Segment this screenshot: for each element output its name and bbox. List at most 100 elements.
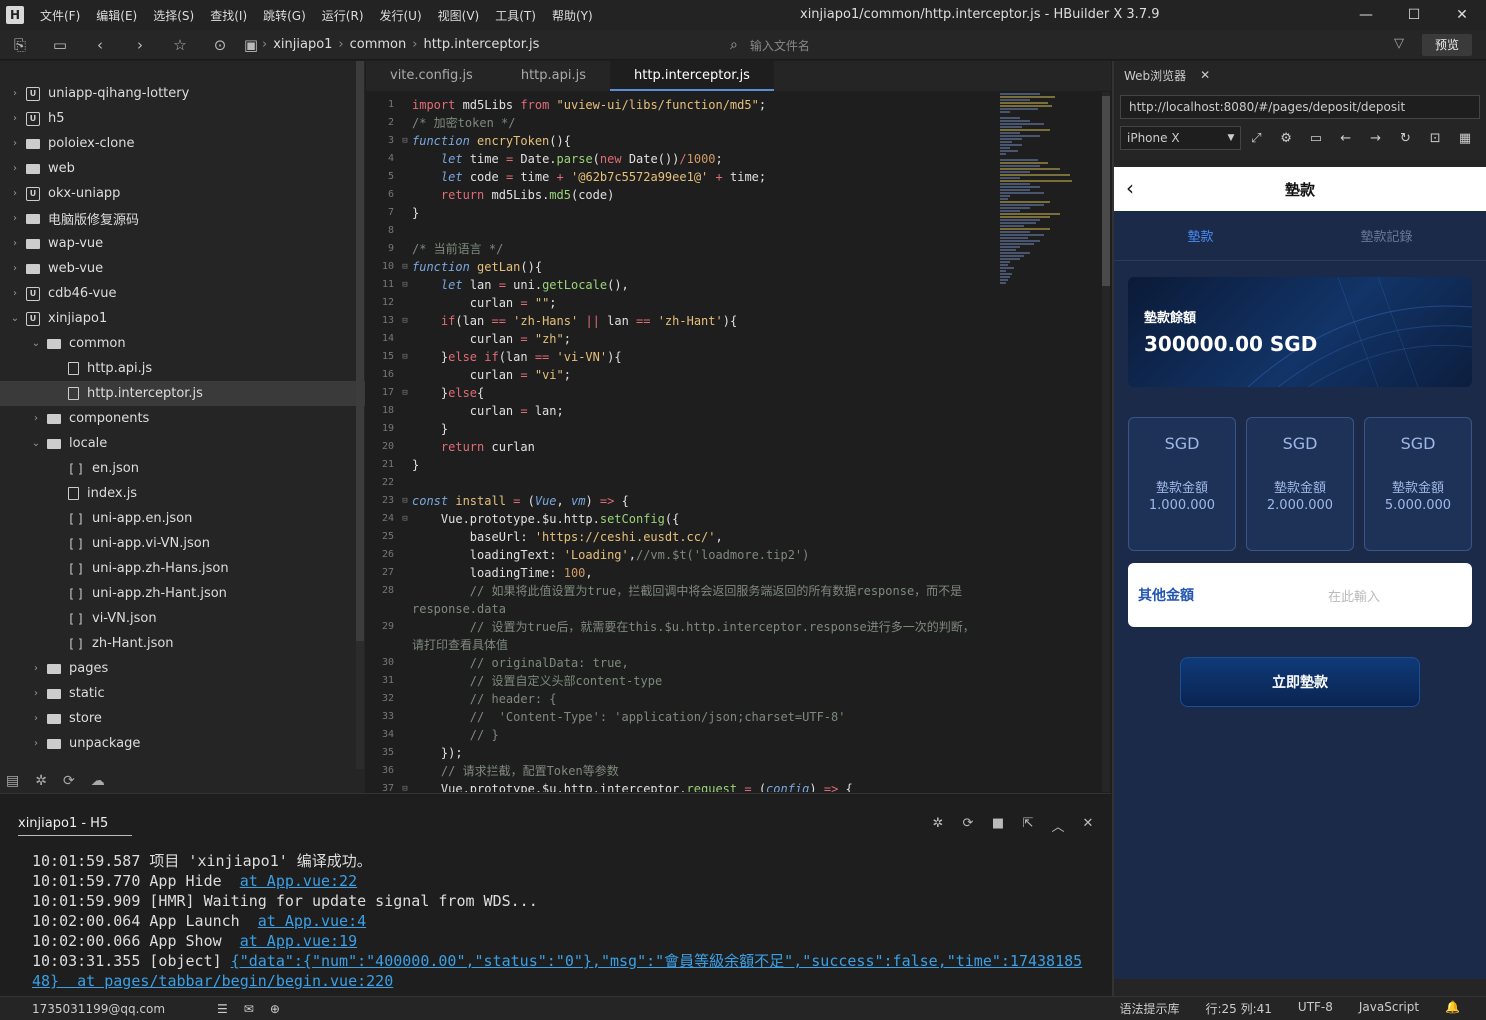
chevron-right-icon[interactable]: › [29, 688, 43, 699]
chevron-down-icon[interactable]: ⌄ [8, 313, 22, 324]
fold-icon[interactable] [398, 582, 412, 600]
fold-icon[interactable]: ⊟ [398, 492, 412, 510]
tree-item[interactable]: http.interceptor.js [0, 381, 365, 406]
tree-item[interactable]: ⌄ locale [0, 431, 365, 456]
code-line[interactable]: 21} [366, 456, 1111, 474]
tree-item[interactable]: [ ] zh-Hant.json [0, 631, 365, 656]
fold-icon[interactable] [398, 186, 412, 204]
tree-item[interactable]: › web-vue [0, 256, 365, 281]
filter-icon[interactable]: ▽ [1394, 36, 1404, 51]
tree-item[interactable]: [ ] uni-app.vi-VN.json [0, 531, 365, 556]
fold-icon[interactable] [398, 618, 412, 636]
code-line[interactable]: 32 // header: { [366, 690, 1111, 708]
debug-icon[interactable]: ✲ [35, 773, 47, 789]
fold-icon[interactable] [398, 204, 412, 222]
sync-icon[interactable]: ⟳ [63, 773, 75, 789]
amount-option-card[interactable]: SGD 墊款金額 5.000.000 [1364, 417, 1472, 551]
fold-icon[interactable] [398, 654, 412, 672]
fold-icon[interactable] [398, 672, 412, 690]
favorite-icon[interactable]: ☆ [160, 36, 200, 54]
globe-icon[interactable]: ⊕ [270, 1002, 280, 1016]
tree-item[interactable]: › 电脑版修复源码 [0, 206, 365, 231]
tree-item[interactable]: › Uuniapp-qihang-lottery [0, 81, 365, 106]
chevron-right-icon[interactable]: › [8, 188, 22, 199]
tree-item[interactable]: › store [0, 706, 365, 731]
list-icon[interactable]: ☰ [217, 1002, 228, 1016]
status-item[interactable]: 行:25 列:41 [1205, 1000, 1271, 1017]
code-line[interactable]: 24 ⊟ Vue.prototype.$u.http.setConfig({ [366, 510, 1111, 528]
editor-scrollbar[interactable] [1102, 92, 1110, 792]
forward-arrow-icon[interactable]: → [1361, 131, 1391, 146]
fold-icon[interactable] [398, 546, 412, 564]
chevron-down-icon[interactable]: ⌄ [29, 438, 43, 449]
fold-icon[interactable] [398, 438, 412, 456]
chevron-right-icon[interactable]: › [8, 88, 22, 99]
fold-icon[interactable] [398, 96, 412, 114]
cloud-icon[interactable]: ☁ [91, 773, 105, 789]
browser-tab[interactable]: Web浏览器 ✕ [1114, 61, 1486, 89]
tree-item[interactable]: [ ] en.json [0, 456, 365, 481]
tree-item[interactable]: [ ] uni-app.en.json [0, 506, 365, 531]
fold-icon[interactable] [398, 528, 412, 546]
fold-icon[interactable] [398, 474, 412, 492]
chevron-right-icon[interactable]: › [29, 713, 43, 724]
code-line[interactable]: 30 // originalData: true, [366, 654, 1111, 672]
chevron-right-icon[interactable]: › [29, 413, 43, 424]
fold-icon[interactable] [398, 456, 412, 474]
bug-icon[interactable]: ✲ [923, 816, 953, 835]
fold-icon[interactable] [398, 366, 412, 384]
account-email[interactable]: 1735031199@qq.com [32, 1002, 165, 1016]
status-item[interactable]: 语法提示库 [1119, 1000, 1179, 1017]
qr-icon[interactable]: ▦ [1450, 131, 1480, 146]
code-line[interactable]: 33 // 'Content-Type': 'application/json;… [366, 708, 1111, 726]
chevron-right-icon[interactable]: › [8, 113, 22, 124]
chevron-right-icon[interactable]: › [8, 138, 22, 149]
tree-item[interactable]: › pages [0, 656, 365, 681]
fold-icon[interactable]: ⊟ [398, 258, 412, 276]
status-item[interactable]: UTF-8 [1298, 1000, 1333, 1017]
url-input[interactable]: http://localhost:8080/#/pages/deposit/de… [1120, 95, 1480, 119]
code-line[interactable]: 37 ⊟ Vue.prototype.$u.http.interceptor.re… [366, 780, 1111, 792]
menu-item[interactable]: 运行(R) [322, 9, 364, 23]
menu-item[interactable]: 帮助(Y) [552, 9, 593, 23]
chevron-right-icon[interactable]: › [29, 738, 43, 749]
fold-icon[interactable] [398, 726, 412, 744]
code-line[interactable]: 请打印查看具体值 [366, 636, 1111, 654]
fold-icon[interactable] [398, 744, 412, 762]
amount-option-card[interactable]: SGD 墊款金額 2.000.000 [1246, 417, 1354, 551]
minimap[interactable] [1000, 92, 1100, 412]
refresh-icon[interactable]: ↻ [1391, 131, 1421, 146]
settings-icon[interactable]: ⚙ [1271, 131, 1301, 146]
rotate-icon[interactable]: ⤢ [1241, 131, 1271, 146]
console-link[interactable]: {"data":{"num":"400000.00","status":"0"}… [231, 952, 1083, 970]
code-line[interactable]: 34 // } [366, 726, 1111, 744]
tree-item[interactable]: › components [0, 406, 365, 431]
fold-icon[interactable] [398, 150, 412, 168]
console-link[interactable]: 48} at pages/tabbar/begin/begin.vue:220 [32, 972, 393, 990]
chevron-right-icon[interactable]: › [8, 163, 22, 174]
fold-icon[interactable]: ⊟ [398, 276, 412, 294]
amount-option-card[interactable]: SGD 墊款金額 1.000.000 [1128, 417, 1236, 551]
fold-icon[interactable] [398, 600, 412, 618]
fold-icon[interactable] [398, 690, 412, 708]
chevron-right-icon[interactable]: › [8, 238, 22, 249]
stop-icon[interactable]: ■ [983, 816, 1013, 835]
fold-icon[interactable]: ⊟ [398, 384, 412, 402]
fold-icon[interactable] [398, 114, 412, 132]
editor-tab[interactable]: http.api.js [497, 61, 610, 91]
menu-item[interactable]: 工具(T) [495, 9, 536, 23]
mail-icon[interactable]: ✉ [244, 1002, 254, 1016]
breadcrumb-folder[interactable]: common [350, 37, 407, 52]
console-link[interactable]: at App.vue:22 [240, 872, 357, 890]
code-line[interactable]: 35 }); [366, 744, 1111, 762]
restart-icon[interactable]: ⟳ [953, 816, 983, 835]
menu-item[interactable]: 文件(F) [40, 9, 80, 23]
explorer-scrollbar[interactable] [356, 61, 364, 769]
fold-icon[interactable]: ⊟ [398, 132, 412, 150]
back-icon[interactable]: ‹ [80, 36, 120, 54]
tree-item[interactable]: ⌄ common [0, 331, 365, 356]
tab-deposit-history[interactable]: 墊款記錄 [1360, 226, 1412, 245]
code-line[interactable]: response.data [366, 600, 1111, 618]
lock-icon[interactable]: ⊡ [1420, 131, 1450, 146]
code-line[interactable]: 23 ⊟ const install = (Vue, vm) => { [366, 492, 1111, 510]
